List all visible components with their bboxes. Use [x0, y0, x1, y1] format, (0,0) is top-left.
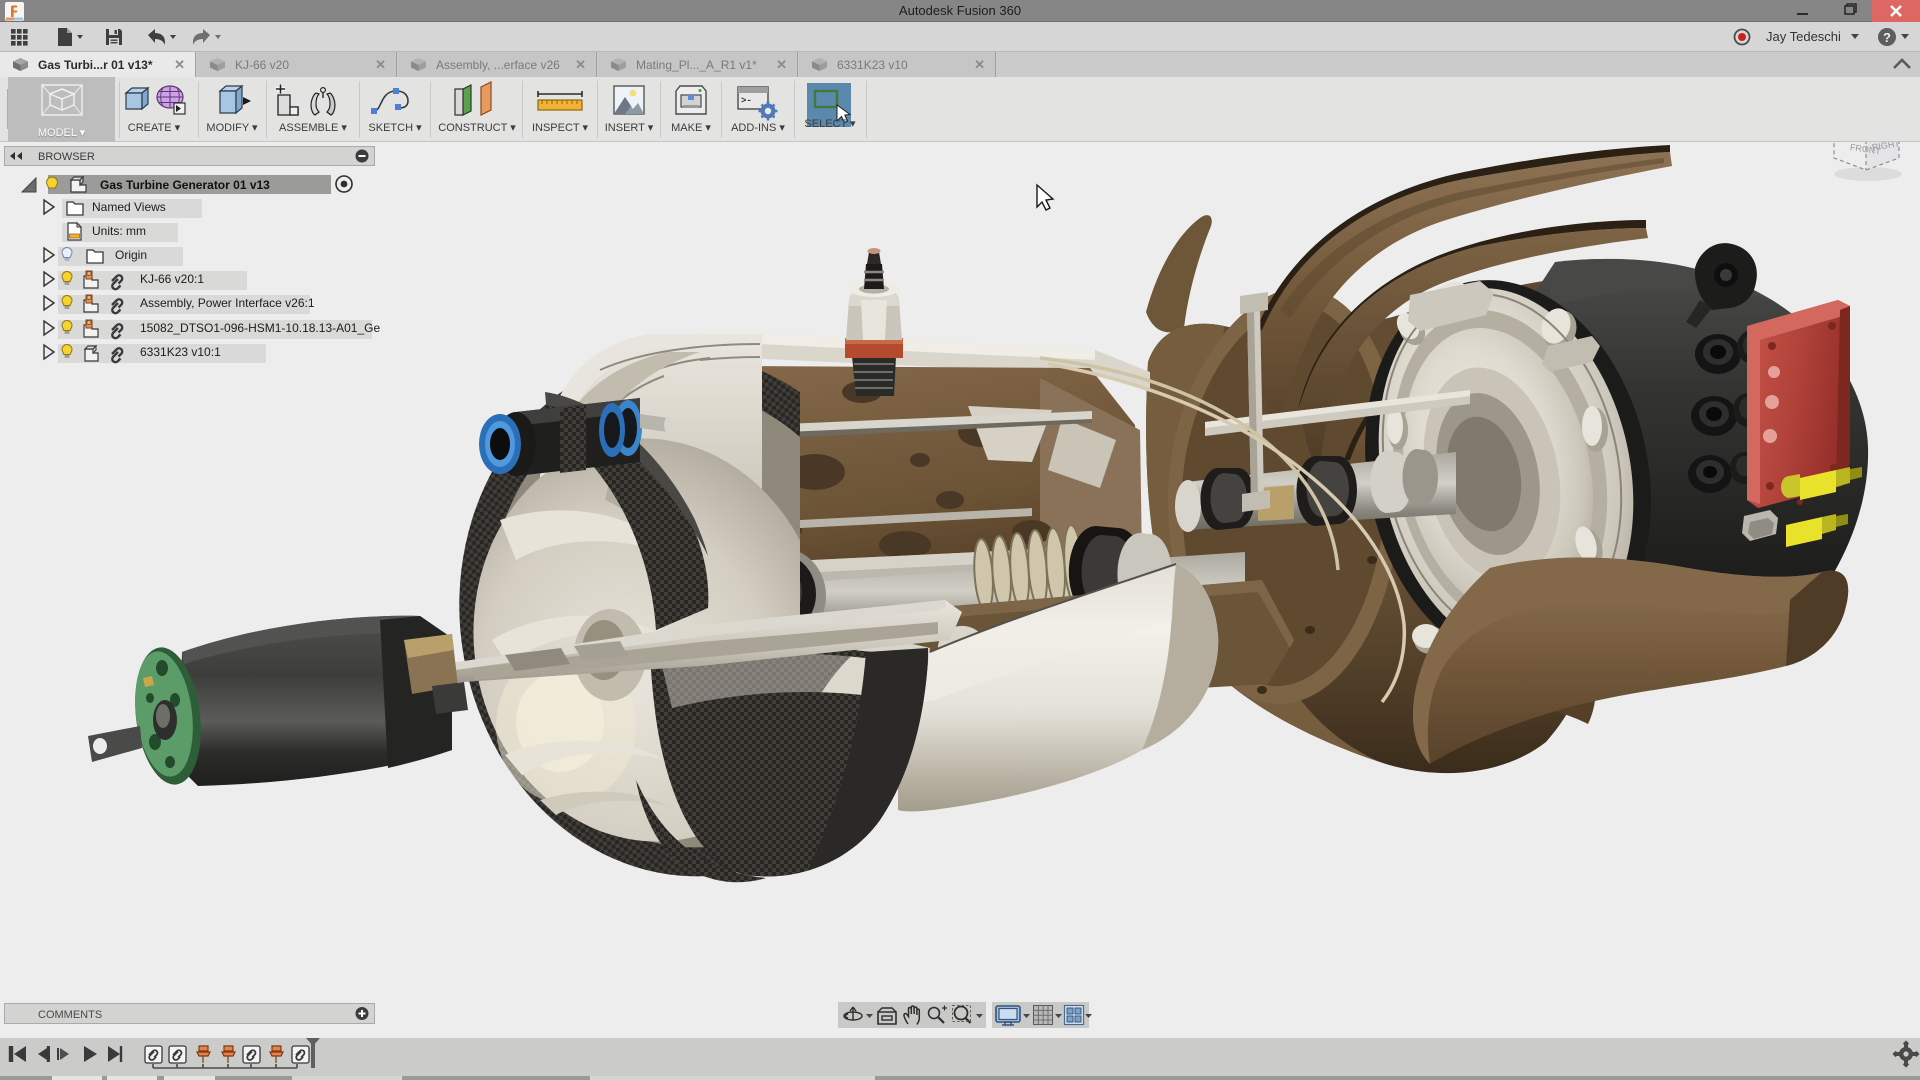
- svg-text:BROWSER: BROWSER: [38, 151, 95, 163]
- svg-text:Jay Tedeschi: Jay Tedeschi: [1766, 29, 1841, 44]
- svg-text:15082_DTSO1-096-HSM1-10.18.13-: 15082_DTSO1-096-HSM1-10.18.13-A01_Ge...: [140, 321, 380, 335]
- svg-text:Origin: Origin: [115, 248, 147, 262]
- svg-text:Units: mm: Units: mm: [92, 224, 146, 238]
- svg-text:Named Views: Named Views: [92, 200, 166, 214]
- svg-text:6331K23 v10:1: 6331K23 v10:1: [140, 345, 221, 359]
- svg-text:?: ?: [1883, 30, 1891, 45]
- svg-text:Gas Turbine Generator 01 v13: Gas Turbine Generator 01 v13: [100, 178, 270, 192]
- svg-text:COMMENTS: COMMENTS: [38, 1009, 102, 1021]
- svg-text:KJ-66 v20:1: KJ-66 v20:1: [140, 272, 204, 286]
- svg-text:Assembly, Power Interface v26:: Assembly, Power Interface v26:1: [140, 296, 315, 310]
- svg-text:>-: >-: [741, 96, 752, 106]
